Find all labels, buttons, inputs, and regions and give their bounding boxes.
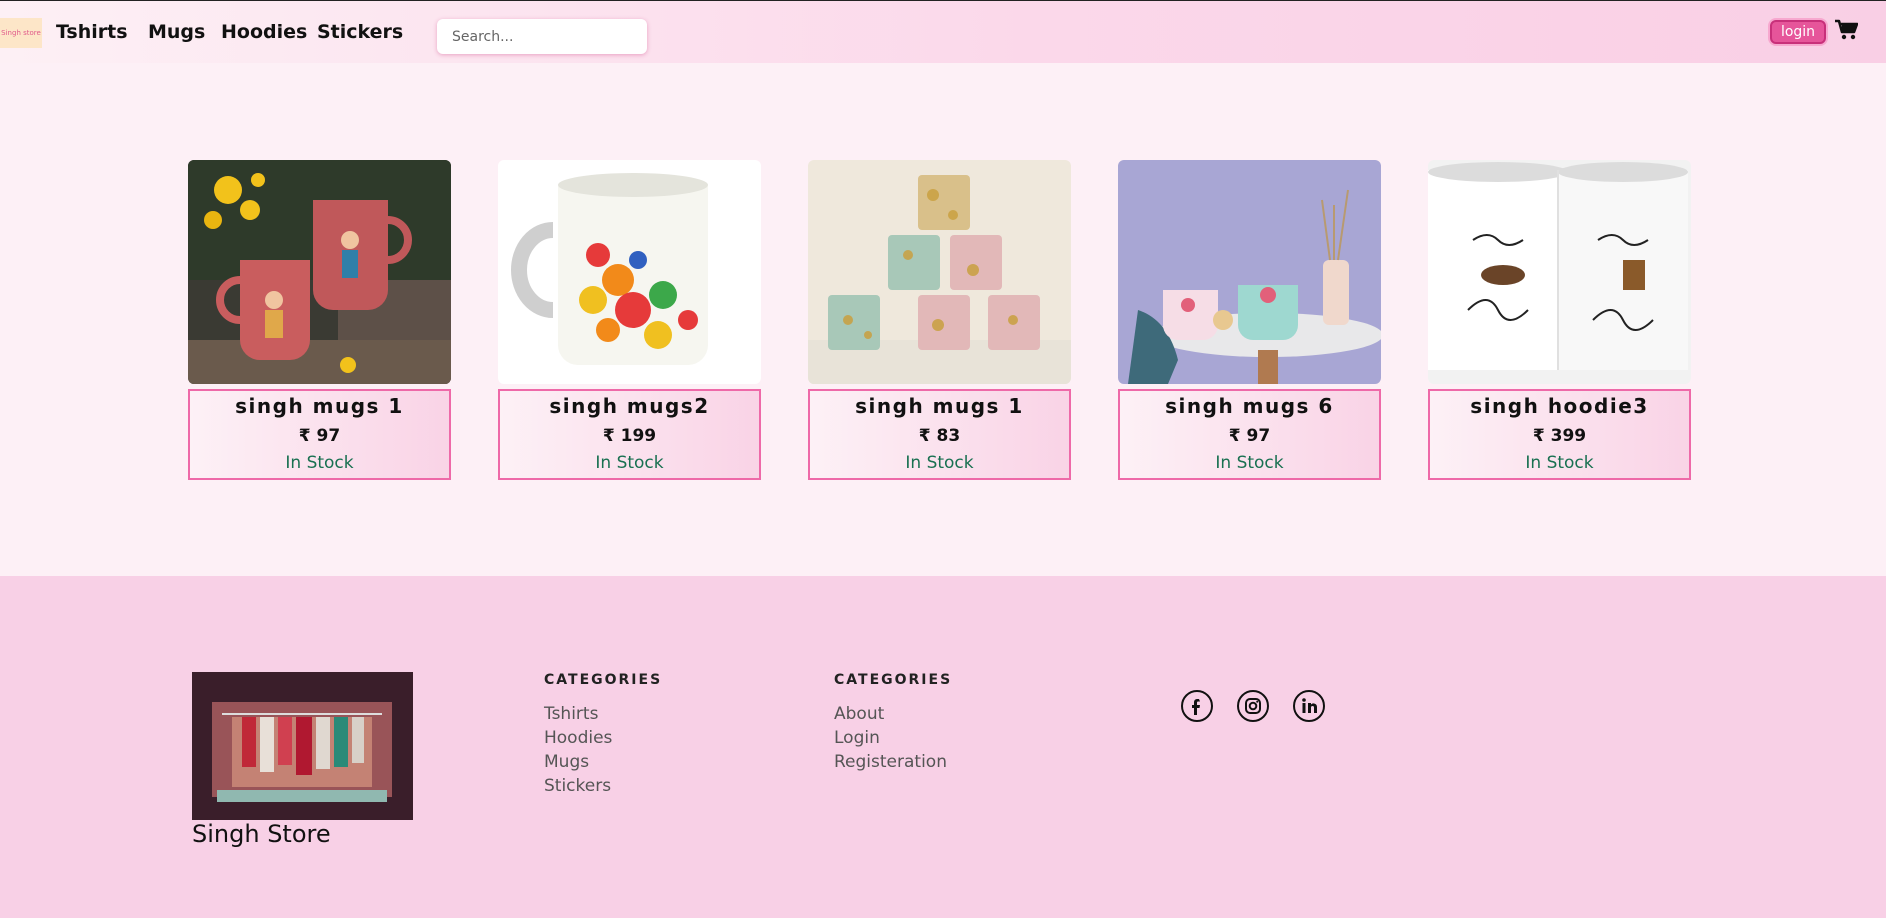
stock-status: In Stock (905, 453, 974, 473)
product-name: singh mugs 6 (1165, 394, 1334, 418)
product-grid: singh mugs 1 ₹ 97 In Stock singh mugs2 ₹… (0, 63, 1886, 576)
footer-link-registration[interactable]: Registeration (834, 750, 952, 774)
product-name: singh mugs 1 (235, 394, 404, 418)
cart-icon[interactable] (1834, 19, 1858, 41)
login-button[interactable]: login (1770, 20, 1826, 44)
footer-link-mugs[interactable]: Mugs (544, 750, 662, 774)
product-price: ₹ 97 (1228, 426, 1271, 446)
product-price: ₹ 97 (298, 426, 341, 446)
footer-store-name: Singh Store (192, 820, 331, 848)
product-info: singh mugs 1 ₹ 83 In Stock (808, 389, 1071, 480)
search-input[interactable] (437, 19, 647, 54)
footer-categories-column: CATEGORIES Tshirts Hoodies Mugs Stickers (544, 672, 662, 798)
footer-link-hoodies[interactable]: Hoodies (544, 726, 662, 750)
product-card[interactable]: singh hoodie3 ₹ 399 In Stock (1428, 160, 1691, 480)
footer-link-login[interactable]: Login (834, 726, 952, 750)
product-image[interactable] (808, 160, 1071, 384)
footer-store-image (192, 672, 413, 820)
product-price: ₹ 199 (602, 426, 657, 446)
footer-pages-column: CATEGORIES About Login Registeration (834, 672, 952, 774)
top-navbar: Singh store Tshirts Mugs Hoodies Sticker… (0, 0, 1886, 63)
product-image[interactable] (1428, 160, 1691, 384)
product-price: ₹ 83 (918, 426, 961, 446)
stock-status: In Stock (1215, 453, 1284, 473)
product-image[interactable] (498, 160, 761, 384)
product-image[interactable] (188, 160, 451, 384)
site-footer: Singh Store CATEGORIES Tshirts Hoodies M… (0, 576, 1886, 918)
product-info: singh mugs 6 ₹ 97 In Stock (1118, 389, 1381, 480)
product-image[interactable] (1118, 160, 1381, 384)
nav-link-hoodies[interactable]: Hoodies (221, 21, 307, 43)
footer-link-tshirts[interactable]: Tshirts (544, 702, 662, 726)
product-info: singh mugs2 ₹ 199 In Stock (498, 389, 761, 480)
product-card[interactable]: singh mugs 6 ₹ 97 In Stock (1118, 160, 1381, 480)
product-card[interactable]: singh mugs2 ₹ 199 In Stock (498, 160, 761, 480)
footer-column-title: CATEGORIES (544, 672, 663, 688)
product-card[interactable]: singh mugs 1 ₹ 97 In Stock (188, 160, 451, 480)
nav-link-mugs[interactable]: Mugs (148, 21, 205, 43)
footer-link-about[interactable]: About (834, 702, 952, 726)
footer-link-stickers[interactable]: Stickers (544, 774, 662, 798)
product-name: singh mugs2 (549, 394, 710, 418)
product-card[interactable]: singh mugs 1 ₹ 83 In Stock (808, 160, 1071, 480)
stock-status: In Stock (595, 453, 664, 473)
product-info: singh mugs 1 ₹ 97 In Stock (188, 389, 451, 480)
instagram-icon[interactable] (1236, 689, 1270, 723)
linkedin-icon[interactable] (1292, 689, 1326, 723)
stock-status: In Stock (1525, 453, 1594, 473)
product-price: ₹ 399 (1532, 426, 1587, 446)
stock-status: In Stock (285, 453, 354, 473)
nav-link-tshirts[interactable]: Tshirts (56, 21, 128, 43)
facebook-icon[interactable] (1180, 689, 1214, 723)
product-name: singh mugs 1 (855, 394, 1024, 418)
footer-column-title: CATEGORIES (834, 672, 953, 688)
nav-link-stickers[interactable]: Stickers (317, 21, 403, 43)
store-logo[interactable]: Singh store (0, 18, 42, 48)
product-name: singh hoodie3 (1470, 394, 1649, 418)
product-info: singh hoodie3 ₹ 399 In Stock (1428, 389, 1691, 480)
logo-text: Singh store (1, 29, 41, 37)
